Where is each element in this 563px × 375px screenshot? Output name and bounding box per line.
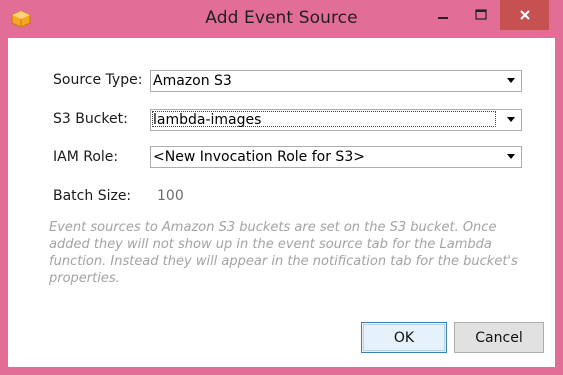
source-type-label: Source Type: <box>53 72 143 88</box>
title-bar[interactable]: Add Event Source <box>0 0 563 38</box>
iam-role-value: <New Invocation Role for S3> <box>153 149 365 165</box>
minimize-button[interactable] <box>424 0 462 30</box>
minimize-icon <box>438 17 448 19</box>
ok-button[interactable]: OK <box>361 322 447 353</box>
ok-button-label: OK <box>393 329 415 346</box>
s3-bucket-label: S3 Bucket: <box>53 111 128 127</box>
chevron-down-icon[interactable] <box>507 117 515 122</box>
batch-size-value: 100 <box>157 188 184 204</box>
maximize-icon <box>474 9 487 20</box>
source-type-value: Amazon S3 <box>153 73 232 89</box>
chevron-down-icon[interactable] <box>507 78 515 83</box>
cancel-button[interactable]: Cancel <box>454 322 544 353</box>
maximize-button[interactable] <box>462 0 499 30</box>
cancel-button-label: Cancel <box>475 329 523 346</box>
s3-bucket-dropdown[interactable]: lambda-images <box>150 109 522 131</box>
batch-size-label: Batch Size: <box>53 188 132 204</box>
dialog-content: Source Type: Amazon S3 S3 Bucket: lambda… <box>8 38 555 367</box>
source-type-dropdown[interactable]: Amazon S3 <box>150 70 522 92</box>
dialog-window: Add Event Source Source Type: Amazon S3 … <box>0 0 563 375</box>
iam-role-label: IAM Role: <box>53 149 119 165</box>
info-note: Event sources to Amazon S3 buckets are s… <box>49 220 518 286</box>
s3-bucket-value: lambda-images <box>153 112 262 128</box>
chevron-down-icon[interactable] <box>507 154 515 159</box>
close-icon <box>519 10 530 20</box>
close-button[interactable] <box>500 0 549 30</box>
iam-role-dropdown[interactable]: <New Invocation Role for S3> <box>150 146 522 168</box>
